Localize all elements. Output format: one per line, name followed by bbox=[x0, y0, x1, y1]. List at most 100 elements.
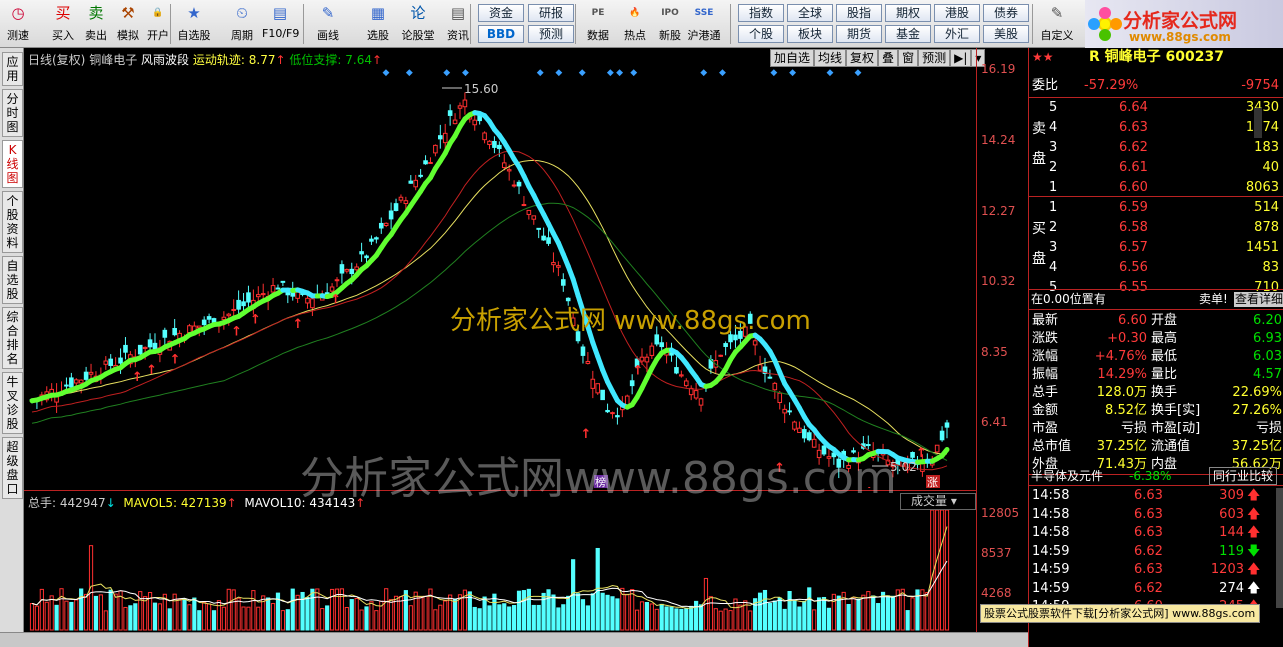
vol-ma5: 427139 bbox=[180, 496, 227, 510]
kline-tool-button[interactable]: 窗 bbox=[898, 49, 919, 67]
kline-tool-button[interactable]: 加自选 bbox=[770, 49, 815, 67]
side-tab[interactable]: 超级盘口 bbox=[2, 437, 23, 499]
volume-bar bbox=[634, 609, 640, 631]
toolbar-button-15[interactable]: SSE 沪港通 bbox=[686, 2, 722, 46]
toolbar-icon: ▦ bbox=[370, 4, 386, 22]
market-button[interactable]: 指数 bbox=[738, 4, 784, 22]
toolbar-icon: ◷ bbox=[11, 4, 25, 22]
toolbar-button-10[interactable]: 论论股堂 bbox=[398, 2, 438, 46]
toolbar-button-14[interactable]: IPO 新股 bbox=[652, 2, 688, 46]
signal-diamond-icon: ◆ bbox=[383, 68, 390, 78]
side-tab[interactable]: 牛叉诊股 bbox=[2, 372, 23, 434]
side-tab[interactable]: 个股资料 bbox=[2, 191, 23, 253]
quote-text: 6.63 bbox=[1134, 525, 1163, 540]
quote-text: 6.63 bbox=[1134, 506, 1163, 522]
detail-button[interactable]: 查看详细 bbox=[1234, 292, 1283, 307]
toolbar-separator bbox=[1032, 4, 1033, 44]
toolbar-label: 周期 bbox=[231, 29, 253, 42]
watermark-large: 分析家公式网www.88gs.com bbox=[300, 453, 897, 504]
buy-level: 3 6.57 1451 bbox=[1029, 238, 1283, 257]
tick-scrollbar[interactable] bbox=[1276, 488, 1283, 608]
toolbar-button-5[interactable]: ★ 自选股 bbox=[176, 2, 212, 46]
market-button[interactable]: 研报 bbox=[528, 4, 574, 22]
toolbar-button-8[interactable]: ✎ 画线 bbox=[310, 2, 346, 46]
toolbar-button-7[interactable]: ▤ F10/F9 bbox=[262, 2, 299, 46]
market-button[interactable]: 个股 bbox=[738, 25, 784, 43]
volume-bar bbox=[644, 601, 650, 631]
volume-bar bbox=[511, 605, 517, 631]
volume-dropdown[interactable]: 成交量 ▾ bbox=[900, 493, 976, 510]
volume-bar bbox=[472, 606, 477, 631]
quote-text: 183 bbox=[1254, 140, 1279, 155]
market-button[interactable]: BBD bbox=[478, 25, 524, 43]
volume-bar bbox=[689, 605, 694, 631]
stat-row: 总市值 37.25亿 流通值 37.25亿 bbox=[1029, 437, 1283, 456]
market-button[interactable]: 板块 bbox=[787, 25, 833, 43]
toolbar-button-16[interactable]: ✎ 自定义 bbox=[1037, 2, 1077, 46]
market-button[interactable]: 港股 bbox=[934, 4, 980, 22]
kline-tool-button[interactable]: 均线 bbox=[814, 49, 847, 67]
side-tab[interactable]: 分时图 bbox=[2, 89, 23, 137]
toolbar-button-0[interactable]: ◷ 测速 bbox=[0, 2, 36, 46]
market-button[interactable]: 美股 bbox=[983, 25, 1029, 43]
quote-text: 603 bbox=[1219, 506, 1244, 522]
toolbar-button-2[interactable]: 卖卖出 bbox=[78, 2, 114, 46]
svg-text:涨: 涨 bbox=[927, 476, 938, 488]
toolbar-button-6[interactable]: ⏲ 周期 bbox=[224, 2, 260, 46]
market-button[interactable]: 基金 bbox=[885, 25, 931, 43]
kline-header: 日线(复权) 铜峰电子 风雨波段 运动轨迹: 8.77↑ 低位支撑: 7.64↑ bbox=[28, 53, 383, 67]
volume-bar bbox=[389, 599, 394, 631]
buy-arrow-icon: ↑ bbox=[330, 292, 341, 307]
side-tab[interactable]: 自选股 bbox=[2, 256, 23, 304]
toolbar-icon: ⚒ bbox=[121, 4, 135, 22]
kline-tool-button[interactable]: 预测 bbox=[918, 49, 951, 67]
volume-bar bbox=[762, 589, 768, 631]
market-button[interactable]: 股指 bbox=[836, 4, 882, 22]
market-button[interactable]: 全球 bbox=[787, 4, 833, 22]
toolbar-icon: 🔒 bbox=[152, 8, 164, 18]
volume-bar bbox=[935, 509, 940, 631]
volume-chart[interactable] bbox=[24, 490, 976, 632]
market-button[interactable]: 期权 bbox=[885, 4, 931, 22]
compare-button[interactable]: 同行业比较 bbox=[1209, 467, 1278, 485]
signal-diamond-icon: ◆ bbox=[462, 68, 469, 78]
site-logo: 分析家公式网 www.88gs.com bbox=[1085, 0, 1283, 48]
market-button[interactable]: 资金 bbox=[478, 4, 524, 22]
toolbar-button-9[interactable]: ▦ 选股 bbox=[360, 2, 396, 46]
toolbar-button-11[interactable]: ▤ 资讯 bbox=[440, 2, 476, 46]
toolbar-label: 论股堂 bbox=[401, 29, 435, 42]
toolbar-button-12[interactable]: PE 数据 bbox=[580, 2, 616, 46]
toolbar-icon: IPO bbox=[661, 8, 679, 18]
quote-text: 总手 bbox=[1032, 385, 1059, 400]
toolbar-icon: 买 bbox=[55, 4, 71, 22]
tick-row: 14:59 6.62 274 🡅 bbox=[1029, 579, 1283, 598]
side-tab[interactable]: 综合排名 bbox=[2, 307, 23, 369]
ad-banner[interactable]: 股票公式股票软件下载[分析家公式网] www.88gs.com bbox=[980, 604, 1260, 623]
volume-bar bbox=[344, 607, 349, 631]
side-tab[interactable]: 应用 bbox=[2, 52, 23, 86]
volume-bar bbox=[846, 604, 851, 631]
side-tab-label: K线图 bbox=[6, 143, 19, 185]
kline-tool-button[interactable]: ▶| bbox=[950, 49, 972, 67]
market-button[interactable]: 期货 bbox=[836, 25, 882, 43]
volume-bar bbox=[575, 593, 581, 631]
quote-text: 振幅 bbox=[1032, 367, 1059, 382]
toolbar-label: 自选股 bbox=[177, 29, 211, 42]
market-button[interactable]: 外汇 bbox=[934, 25, 980, 43]
market-button[interactable]: 预测 bbox=[528, 25, 574, 43]
position-text: 在0.00位置有 bbox=[1031, 292, 1106, 306]
price-axis-label: 12.27 bbox=[981, 204, 1016, 218]
volume-bar bbox=[713, 608, 718, 631]
toolbar-button-4[interactable]: 🔒 开户 bbox=[140, 2, 176, 46]
side-tab[interactable]: K线图 bbox=[2, 140, 23, 188]
toolbar-button-13[interactable]: 🔥 热点 bbox=[617, 2, 653, 46]
market-button[interactable]: 债券 bbox=[983, 4, 1029, 22]
toolbar-button-1[interactable]: 买买入 bbox=[45, 2, 81, 46]
volume-bar bbox=[516, 590, 522, 631]
stat-row: 总手 128.0万 换手 22.69% bbox=[1029, 383, 1283, 402]
volume-bar bbox=[502, 603, 507, 631]
kline-tool-button[interactable]: 叠 bbox=[878, 49, 899, 67]
toolbar-label: 开户 bbox=[147, 29, 169, 42]
kline-tool-button[interactable]: 复权 bbox=[846, 49, 879, 67]
kline-chart[interactable]: ↑↑↑↑↑↑↑↑↑↑↑↑◆◆◆◆◆◆◆◆◆◆◆◆◆◆◆◆15.605.02榜涨 bbox=[24, 48, 976, 488]
